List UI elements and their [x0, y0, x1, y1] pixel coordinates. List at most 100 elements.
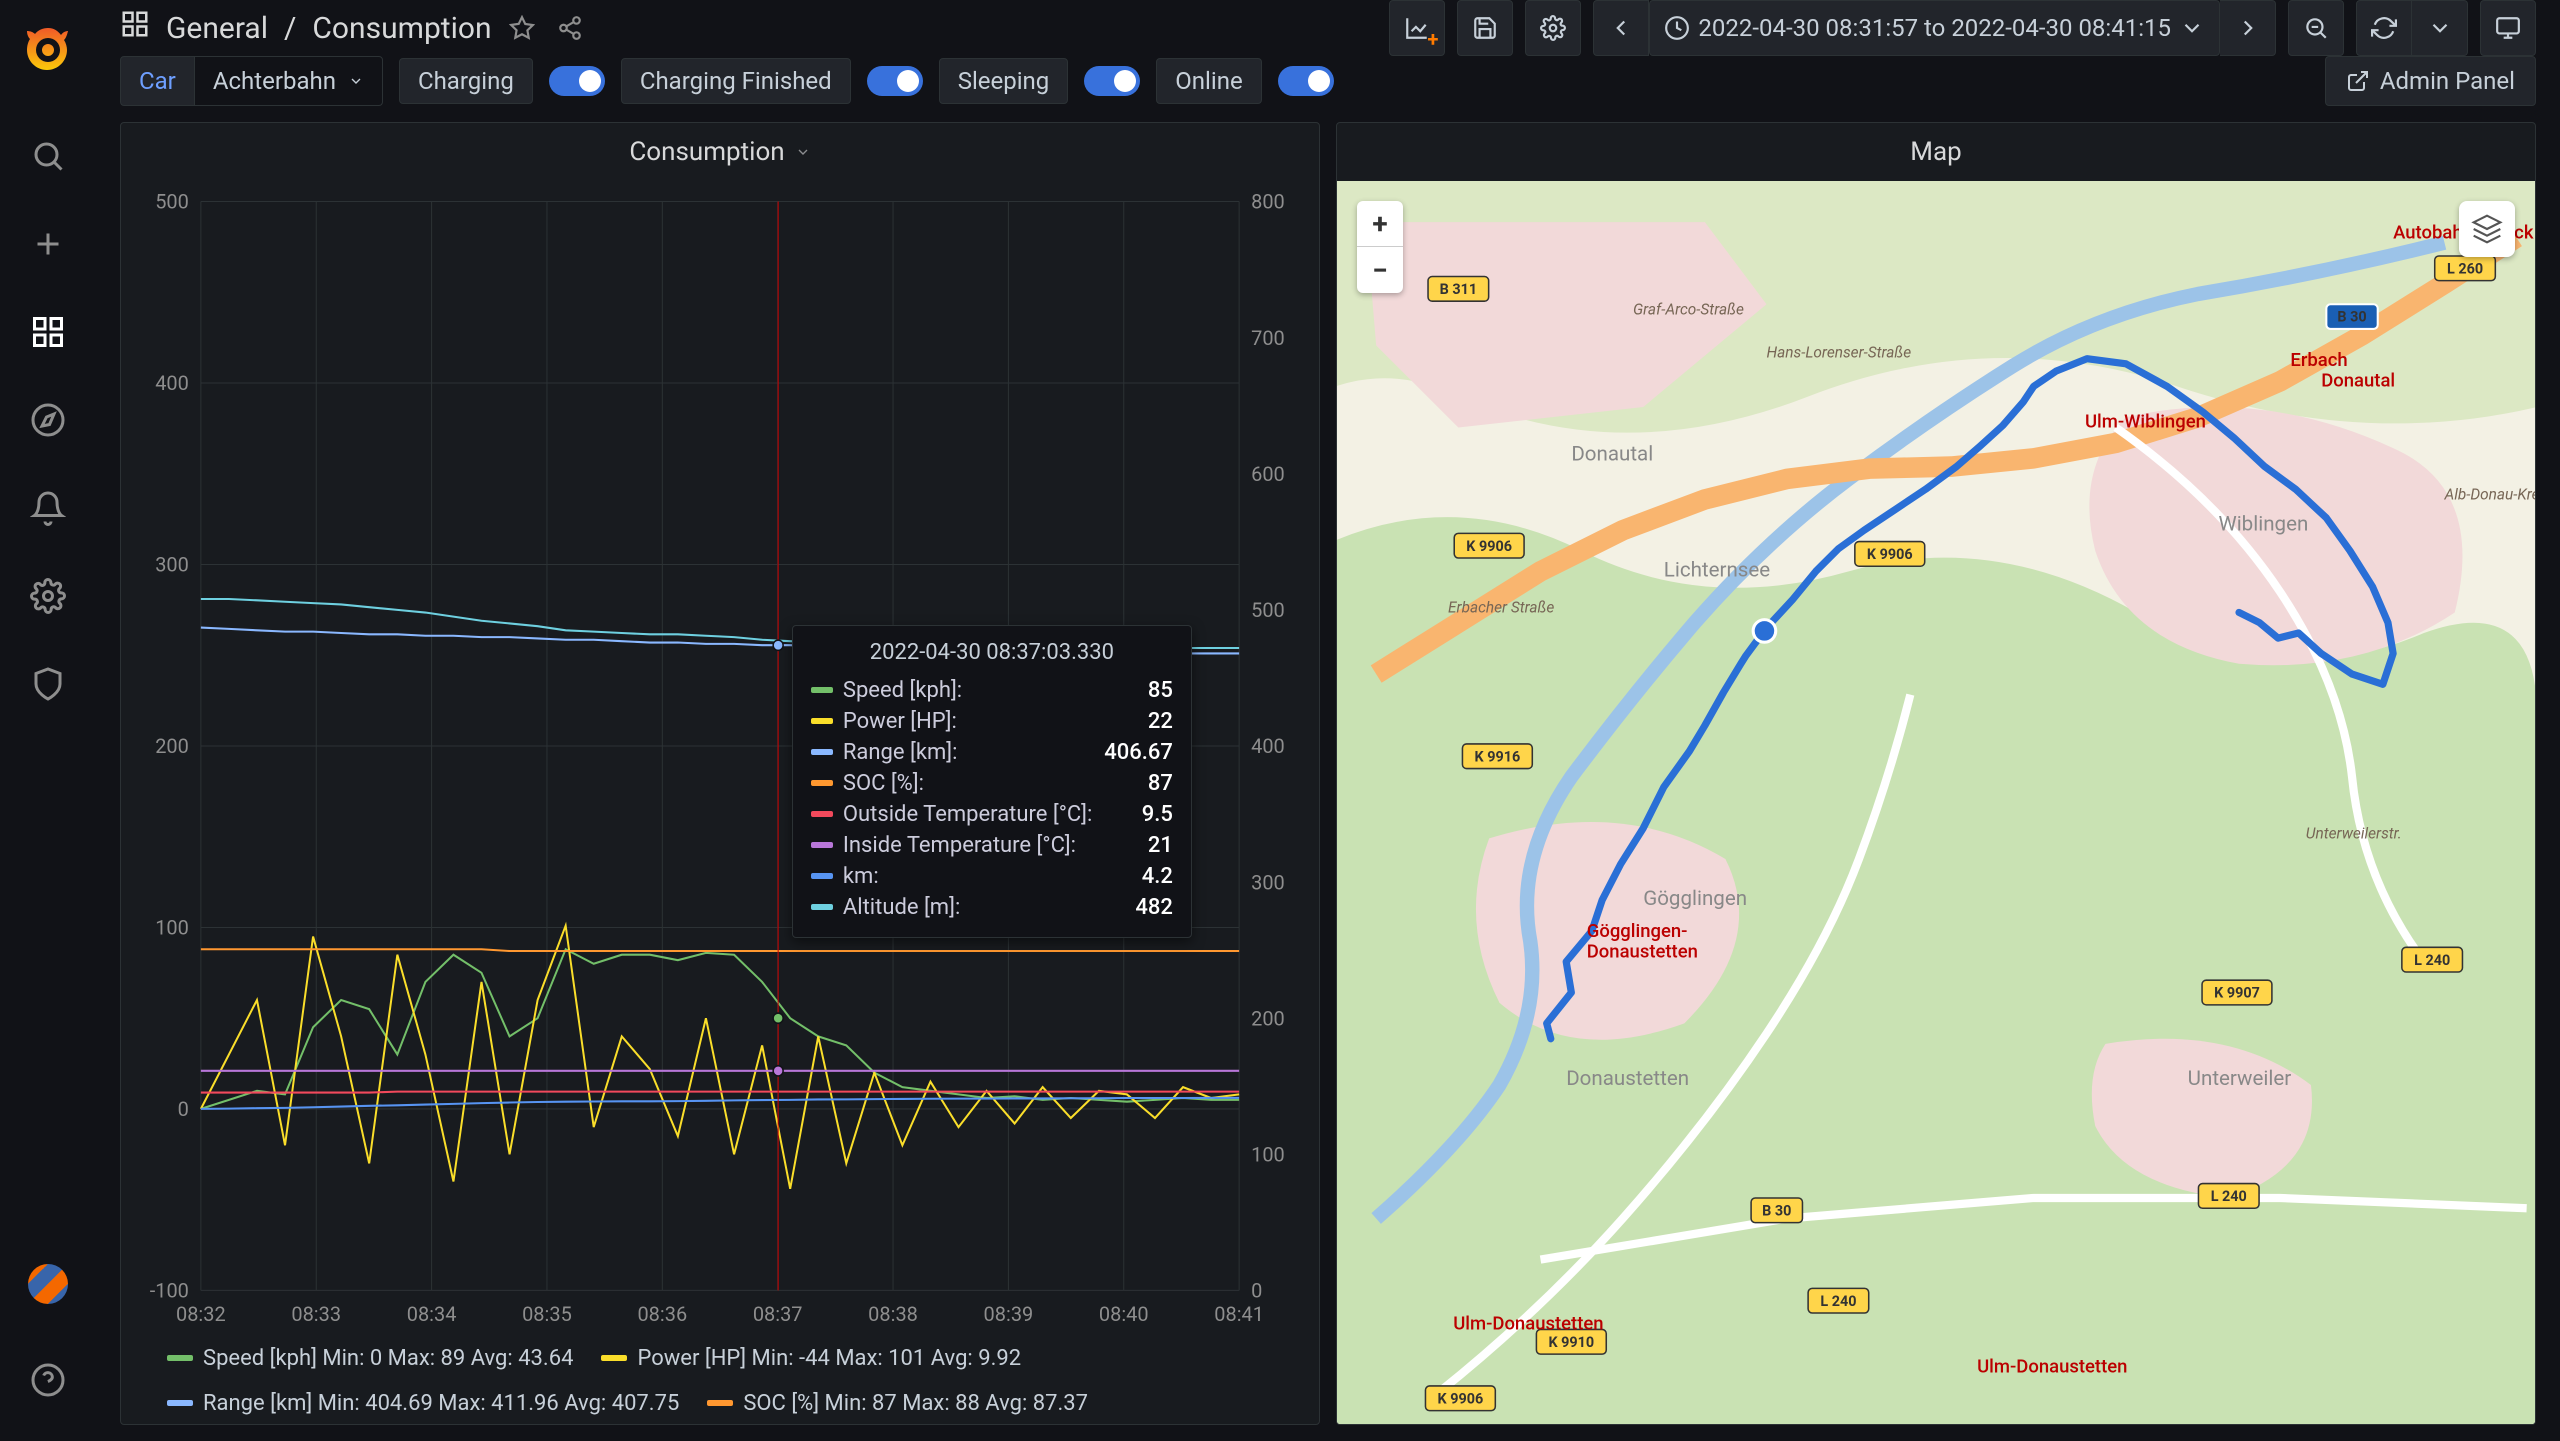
create-icon[interactable] [20, 216, 76, 272]
search-icon[interactable] [20, 128, 76, 184]
zoom-in-button[interactable]: + [1357, 201, 1403, 247]
toggle-switch[interactable] [1084, 66, 1140, 96]
breadcrumb-dashboard[interactable]: Consumption [312, 11, 491, 46]
dashboard-grid-icon[interactable] [120, 9, 150, 47]
refresh-button[interactable] [2356, 0, 2412, 56]
toggle-switch[interactable] [867, 66, 923, 96]
consumption-panel-title[interactable]: Consumption [121, 123, 1319, 181]
svg-text:500: 500 [155, 189, 189, 213]
svg-text:-100: -100 [150, 1278, 189, 1302]
legend-item[interactable]: Power [HP] Min: -44 Max: 101 Avg: 9.92 [601, 1346, 1021, 1371]
admin-icon[interactable] [20, 656, 76, 712]
svg-text:Unterweiler: Unterweiler [2188, 1067, 2292, 1091]
toggle-sleeping: Sleeping [939, 58, 1069, 104]
svg-text:600: 600 [1251, 462, 1285, 486]
svg-text:K 9910: K 9910 [1548, 1334, 1594, 1351]
svg-text:Graf-Arco-Straße: Graf-Arco-Straße [1633, 301, 1744, 319]
chart-body[interactable]: -100010020030040050001002003004005006007… [121, 181, 1319, 1424]
toggle-charging finished: Charging Finished [621, 58, 851, 104]
svg-text:L 240: L 240 [1820, 1293, 1856, 1310]
topbar: General / Consumption + 2022-04-30 08:31… [96, 0, 2560, 56]
svg-text:Donautal: Donautal [1571, 442, 1653, 466]
time-range-text: 2022-04-30 08:31:57 to 2022-04-30 08:41:… [1698, 14, 2171, 42]
svg-text:K 9906: K 9906 [1466, 538, 1512, 555]
save-button[interactable] [1457, 0, 1513, 56]
map-panel-title[interactable]: Map [1337, 123, 2535, 181]
svg-text:08:40: 08:40 [1099, 1302, 1149, 1326]
variables-row: Car Achterbahn Charging Charging Finished… [96, 56, 2560, 122]
svg-text:Ulm-Wiblingen: Ulm-Wiblingen [2085, 411, 2206, 433]
time-range-picker[interactable]: 2022-04-30 08:31:57 to 2022-04-30 08:41:… [1649, 0, 2220, 56]
breadcrumb: General / Consumption [120, 9, 492, 47]
svg-text:200: 200 [155, 734, 189, 758]
svg-text:08:38: 08:38 [868, 1302, 918, 1326]
svg-text:K 9907: K 9907 [2214, 985, 2260, 1002]
svg-text:300: 300 [1251, 870, 1285, 894]
zoom-out-button[interactable]: − [1357, 247, 1403, 293]
svg-text:K 9906: K 9906 [1438, 1390, 1484, 1407]
legend-item[interactable]: SOC [%] Min: 87 Max: 88 Avg: 87.37 [707, 1391, 1088, 1416]
map-body[interactable]: B 311 K 9916 B 30 K 9910 K 9906 L 240 L 240 K 9… [1337, 181, 2535, 1424]
zoom-out-button[interactable] [2288, 0, 2344, 56]
toggle-online: Online [1156, 58, 1261, 104]
svg-text:300: 300 [155, 552, 189, 576]
svg-text:08:36: 08:36 [637, 1302, 687, 1326]
chevron-down-icon [795, 144, 811, 160]
layers-icon[interactable] [2459, 201, 2515, 257]
share-icon[interactable] [552, 10, 588, 46]
user-avatar[interactable] [28, 1264, 68, 1304]
svg-text:08:35: 08:35 [522, 1302, 572, 1326]
consumption-panel: Consumption -100010020030040050001002003… [120, 122, 1320, 1425]
breadcrumb-folder[interactable]: General [166, 11, 268, 46]
svg-text:Alb-Donau-Kreis: Alb-Donau-Kreis [2443, 485, 2535, 503]
alerting-icon[interactable] [20, 480, 76, 536]
svg-text:Lichternsee: Lichternsee [1664, 558, 1770, 582]
svg-text:Wiblingen: Wiblingen [2218, 512, 2308, 536]
svg-text:Gögglingen: Gögglingen [1643, 887, 1747, 911]
add-panel-button[interactable]: + [1389, 0, 1445, 56]
svg-text:B 311: B 311 [1440, 281, 1478, 298]
explore-icon[interactable] [20, 392, 76, 448]
svg-text:Erbach: Erbach [2290, 349, 2347, 371]
favorite-star-icon[interactable] [504, 10, 540, 46]
svg-text:08:32: 08:32 [176, 1302, 226, 1326]
svg-text:K 9906: K 9906 [1867, 546, 1913, 563]
cycle-view-button[interactable] [2480, 0, 2536, 56]
configuration-icon[interactable] [20, 568, 76, 624]
toggle-switch[interactable] [1278, 66, 1334, 96]
svg-text:08:39: 08:39 [984, 1302, 1034, 1326]
svg-text:400: 400 [1251, 734, 1285, 758]
svg-text:08:34: 08:34 [407, 1302, 457, 1326]
admin-panel-button[interactable]: Admin Panel [2325, 56, 2536, 106]
grafana-logo[interactable] [24, 24, 72, 72]
svg-text:Donaustetten: Donaustetten [1566, 1067, 1689, 1091]
legend-item[interactable]: Range [km] Min: 404.69 Max: 411.96 Avg: … [167, 1391, 679, 1416]
svg-text:100: 100 [1251, 1142, 1285, 1166]
time-range-back-button[interactable] [1593, 0, 1649, 56]
svg-text:800: 800 [1251, 189, 1285, 213]
time-range-forward-button[interactable] [2220, 0, 2276, 56]
chart-legend: Speed [kph] Min: 0 Max: 89 Avg: 43.64 Pow… [167, 1346, 1319, 1416]
sidebar [0, 0, 96, 1440]
svg-text:0: 0 [1251, 1278, 1262, 1302]
svg-text:Hans-Lorenser-Straße: Hans-Lorenser-Straße [1767, 344, 1912, 362]
settings-button[interactable] [1525, 0, 1581, 56]
legend-item[interactable]: Speed [kph] Min: 0 Max: 89 Avg: 43.64 [167, 1346, 573, 1371]
svg-text:Ulm-Donaustetten: Ulm-Donaustetten [1453, 1312, 1603, 1334]
toggle-switch[interactable] [549, 66, 605, 96]
svg-text:B 30: B 30 [1762, 1202, 1791, 1219]
svg-text:100: 100 [155, 915, 189, 939]
dashboards-icon[interactable] [20, 304, 76, 360]
svg-text:700: 700 [1251, 326, 1285, 350]
svg-text:L 240: L 240 [2414, 952, 2450, 969]
svg-text:K 9916: K 9916 [1475, 748, 1521, 765]
toggle-charging: Charging [399, 58, 533, 104]
svg-text:Erbacher Straße: Erbacher Straße [1448, 598, 1554, 616]
map-panel: Map B 311 K 9916 B 30 K 9910 K 9906 L 240 L 24… [1336, 122, 2536, 1425]
help-icon[interactable] [20, 1352, 76, 1408]
car-variable[interactable]: Car Achterbahn [120, 56, 383, 106]
svg-text:L 240: L 240 [2211, 1188, 2247, 1205]
svg-text:08:33: 08:33 [291, 1302, 341, 1326]
svg-text:B 30: B 30 [2337, 309, 2366, 326]
refresh-interval-button[interactable] [2412, 0, 2468, 56]
